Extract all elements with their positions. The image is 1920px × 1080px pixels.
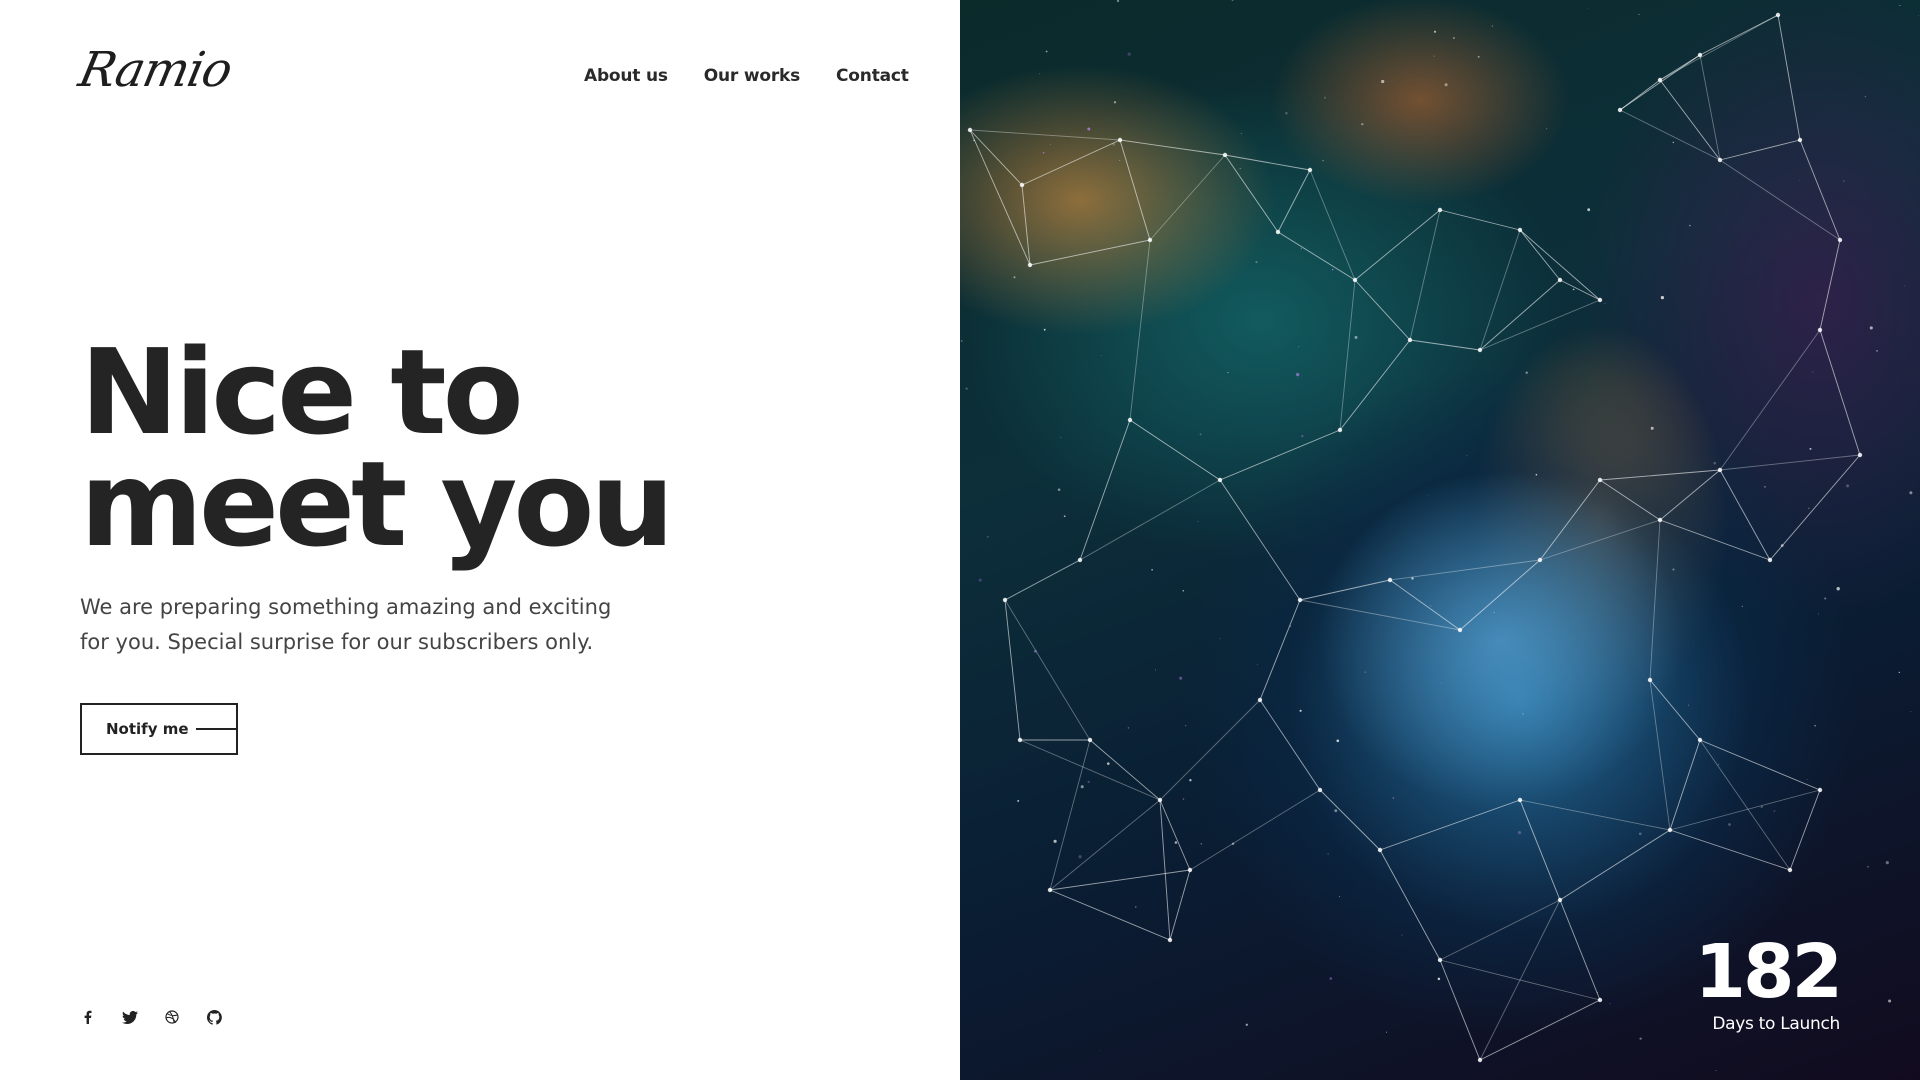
social-links xyxy=(78,1007,224,1027)
countdown-label: Days to Launch xyxy=(1712,1014,1840,1034)
countdown-days-value: 182 xyxy=(1694,929,1843,1015)
constellation-network xyxy=(961,0,1919,1072)
hero-headline: Nice to meet you xyxy=(80,323,674,573)
nav-about-us[interactable]: About us xyxy=(584,66,668,86)
notify-me-label: Notify me xyxy=(106,720,189,738)
main-nav: About us Our works Contact xyxy=(584,66,909,86)
left-panel: Ramio About us Our works Contact Nice to… xyxy=(0,0,960,1080)
notify-line-decoration xyxy=(196,728,238,730)
headline-line-2: meet you xyxy=(80,435,674,573)
headline-line-1: Nice to xyxy=(80,323,524,461)
hero-image-panel: 182 Days to Launch xyxy=(960,0,1920,1080)
twitter-icon[interactable] xyxy=(120,1007,140,1027)
hero-description: We are preparing something amazing and e… xyxy=(80,595,612,654)
github-icon[interactable] xyxy=(204,1007,224,1027)
nav-contact[interactable]: Contact xyxy=(836,66,909,86)
notify-me-button[interactable]: Notify me xyxy=(80,703,238,755)
logo[interactable]: Ramio xyxy=(74,42,237,98)
launch-countdown: 182 Days to Launch xyxy=(1694,929,1843,1034)
dribbble-icon[interactable] xyxy=(162,1007,182,1027)
facebook-icon[interactable] xyxy=(78,1007,98,1027)
nav-our-works[interactable]: Our works xyxy=(704,66,800,86)
